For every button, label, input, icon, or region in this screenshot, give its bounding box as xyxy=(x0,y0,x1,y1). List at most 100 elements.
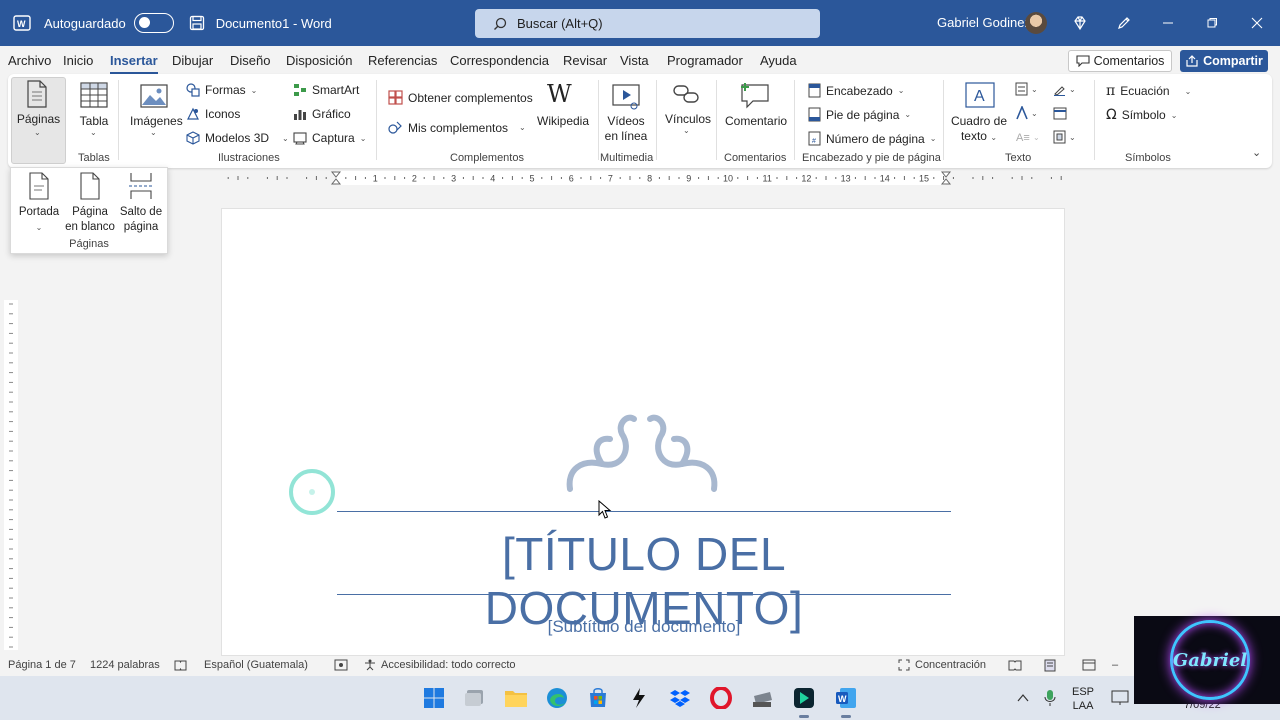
pen-icon[interactable] xyxy=(1114,13,1134,33)
chevron-up-icon[interactable] xyxy=(1011,686,1035,710)
avatar[interactable] xyxy=(1025,12,1047,34)
tab-disposicion[interactable]: Disposición xyxy=(286,53,352,68)
quickparts-icon[interactable]: ⌄ xyxy=(1015,82,1041,99)
svg-text:⌄: ⌄ xyxy=(1069,85,1076,94)
language[interactable]: Español (Guatemala) xyxy=(204,659,308,671)
file-explorer-icon[interactable] xyxy=(504,686,528,710)
smartart-button[interactable]: SmartArt xyxy=(293,83,359,97)
microphone-icon[interactable] xyxy=(1038,686,1062,710)
save-icon[interactable] xyxy=(188,14,206,32)
tab-ayuda[interactable]: Ayuda xyxy=(760,53,797,68)
vinculos-label[interactable]: Vínculos xyxy=(665,112,711,126)
tab-correspondencia[interactable]: Correspondencia xyxy=(450,53,549,68)
pagina-blanco-item[interactable]: Página en blanco xyxy=(63,172,117,235)
page-number-icon: # xyxy=(808,131,821,146)
tabla-label[interactable]: Tabla xyxy=(74,114,114,128)
tab-programador[interactable]: Programador xyxy=(667,53,743,68)
tab-vista[interactable]: Vista xyxy=(620,53,649,68)
collapse-ribbon-icon[interactable]: ⌄ xyxy=(1252,146,1261,159)
edge-browser-icon[interactable] xyxy=(545,686,569,710)
dropcap-icon[interactable]: A≡ ⌄ xyxy=(1015,130,1041,147)
portada-item[interactable]: Portada ⌄ xyxy=(17,172,61,235)
numero-pagina-button[interactable]: # Número de página ⌄ xyxy=(808,131,936,146)
tab-referencias[interactable]: Referencias xyxy=(368,53,437,68)
simbolo-button[interactable]: Ω Símbolo ⌄ xyxy=(1106,107,1177,123)
web-layout-icon[interactable] xyxy=(1082,659,1096,671)
accessibility-status[interactable]: Accesibilidad: todo correcto xyxy=(364,659,516,671)
page-count[interactable]: Página 1 de 7 xyxy=(8,659,76,671)
grafico-button[interactable]: Gráfico xyxy=(293,107,351,121)
tab-archivo[interactable]: Archivo xyxy=(8,53,51,68)
autosave-toggle[interactable] xyxy=(133,13,174,33)
separator xyxy=(118,80,119,160)
zoom-out-button[interactable]: – xyxy=(1112,659,1118,671)
proofing-icon[interactable] xyxy=(174,659,187,671)
chevron-down-icon: ⌄ xyxy=(34,128,41,137)
comentario-label[interactable]: Comentario xyxy=(725,114,787,128)
opera-icon[interactable] xyxy=(709,686,733,710)
table-icon[interactable] xyxy=(80,82,108,111)
captura-button[interactable]: Captura ⌄ xyxy=(293,131,366,145)
video-icon[interactable] xyxy=(612,84,640,113)
read-mode-icon[interactable] xyxy=(1008,659,1022,671)
date-time-icon[interactable] xyxy=(1053,106,1069,123)
macro-icon[interactable] xyxy=(334,659,348,671)
salto-pagina-item[interactable]: Salto de página xyxy=(117,172,165,235)
minimize-button[interactable] xyxy=(1145,0,1191,46)
ecuacion-button[interactable]: π Ecuación ⌄ xyxy=(1106,83,1191,99)
tab-diseno[interactable]: Diseño xyxy=(230,53,270,68)
close-button[interactable] xyxy=(1234,0,1280,46)
search-input[interactable]: Buscar (Alt+Q) xyxy=(475,9,820,38)
lightning-app-icon[interactable] xyxy=(627,686,651,710)
print-layout-icon[interactable] xyxy=(1044,659,1056,672)
mis-complementos-button[interactable]: Mis complementos ⌄ xyxy=(388,120,526,135)
image-icon[interactable] xyxy=(140,84,168,111)
tab-insertar[interactable]: Insertar xyxy=(110,53,158,74)
pie-pagina-button[interactable]: Pie de página ⌄ xyxy=(808,107,911,122)
restore-button[interactable] xyxy=(1189,0,1235,46)
task-view-icon[interactable] xyxy=(463,686,487,710)
page-icon xyxy=(26,80,48,111)
videos-label[interactable]: Vídeos en línea xyxy=(600,114,652,144)
encabezado-button[interactable]: Encabezado ⌄ xyxy=(808,83,904,98)
wikipedia-icon[interactable]: W xyxy=(547,80,572,108)
cuadro-texto-label[interactable]: Cuadro de texto ⌄ xyxy=(950,114,1008,145)
autosave-label: Autoguardado xyxy=(44,15,126,31)
video-editor-icon[interactable] xyxy=(792,686,816,718)
obtener-complementos-button[interactable]: Obtener complementos xyxy=(388,90,533,105)
modelos3d-button[interactable]: Modelos 3D ⌄ xyxy=(186,131,289,145)
object-icon[interactable]: ⌄ xyxy=(1053,130,1079,147)
display-icon[interactable] xyxy=(1108,686,1132,710)
user-name[interactable]: Gabriel Godinez xyxy=(937,15,1031,30)
diamond-icon[interactable] xyxy=(1070,13,1090,33)
document-page[interactable]: [TÍTULO DEL DOCUMENTO] [Subtítulo del do… xyxy=(221,208,1065,656)
new-comment-icon[interactable] xyxy=(740,82,770,113)
word-taskbar-icon[interactable]: W xyxy=(834,686,858,718)
iconos-button[interactable]: Iconos xyxy=(186,107,240,121)
share-button[interactable]: Compartir xyxy=(1180,50,1268,72)
formas-button[interactable]: Formas ⌄ xyxy=(186,83,257,97)
vertical-ruler xyxy=(4,300,18,650)
comments-button[interactable]: Comentarios xyxy=(1068,50,1172,72)
store-icon[interactable] xyxy=(586,686,610,710)
printer-app-icon[interactable] xyxy=(750,686,774,710)
document-subtitle[interactable]: [Subtítulo del documento] xyxy=(337,617,951,637)
dropbox-icon[interactable] xyxy=(668,686,692,710)
cube-icon xyxy=(186,131,200,145)
group-multimedia: Multimedia xyxy=(600,152,654,164)
tab-dibujar[interactable]: Dibujar xyxy=(172,53,213,68)
tab-revisar[interactable]: Revisar xyxy=(563,53,607,68)
wikipedia-label[interactable]: Wikipedia xyxy=(537,114,589,128)
click-indicator xyxy=(289,469,335,515)
imagenes-label[interactable]: Imágenes xyxy=(130,114,183,128)
word-app-icon[interactable]: W xyxy=(12,13,32,33)
link-icon[interactable] xyxy=(672,82,700,109)
windows-start-icon[interactable] xyxy=(422,686,446,710)
language-indicator[interactable]: ESP LAA xyxy=(1072,685,1094,713)
textbox-icon[interactable]: A xyxy=(965,82,995,111)
word-count[interactable]: 1224 palabras xyxy=(90,659,160,671)
signature-line-icon[interactable]: ⌄ xyxy=(1053,82,1079,99)
focus-mode[interactable]: Concentración xyxy=(898,659,986,671)
tab-inicio[interactable]: Inicio xyxy=(63,53,93,68)
wordart-icon[interactable]: ⌄ xyxy=(1015,104,1041,123)
